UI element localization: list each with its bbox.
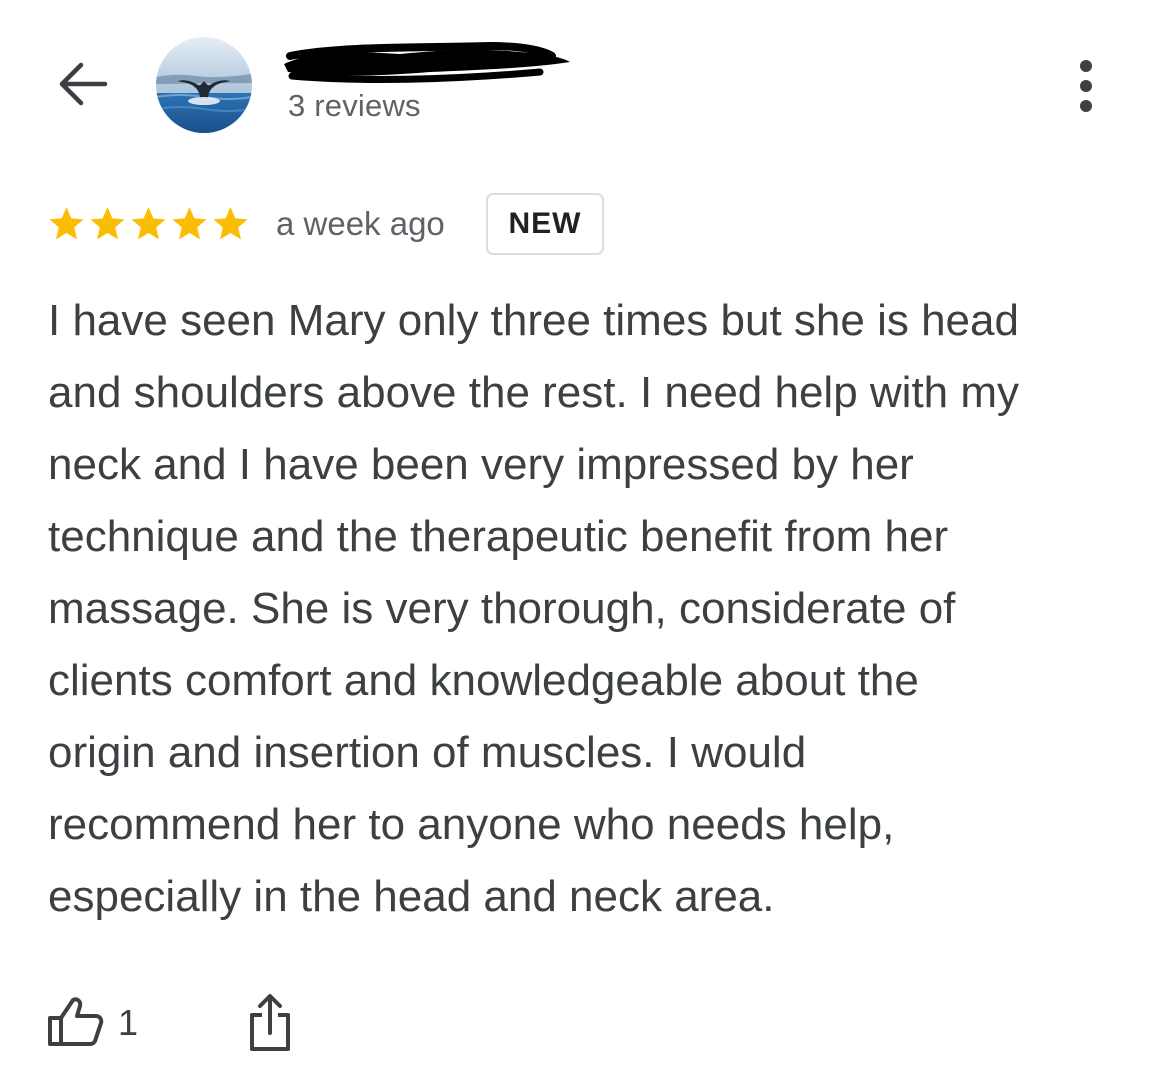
review-text-line: origin and insertion of muscles. I would	[48, 728, 807, 777]
thumb-up-icon	[48, 997, 104, 1046]
new-badge: NEW	[486, 193, 604, 255]
review-text: I have seen Mary only three times but sh…	[48, 285, 1138, 933]
back-button[interactable]	[52, 56, 112, 112]
whale-tail-photo	[156, 37, 252, 133]
avatar[interactable]	[156, 37, 252, 133]
star-icon	[213, 207, 248, 240]
review-text-line: and shoulders above the rest. I need hel…	[48, 368, 1020, 417]
review-timestamp: a week ago	[276, 205, 445, 242]
like-button[interactable]: 1	[46, 996, 138, 1048]
share-icon	[250, 994, 290, 1051]
review-text-line: massage. She is very thorough, considera…	[48, 584, 956, 633]
more-options-button[interactable]	[1060, 56, 1112, 116]
star-rating	[46, 204, 251, 244]
more-vert-icon	[1080, 60, 1092, 112]
review-text-line: neck and I have been very impressed by h…	[48, 440, 914, 489]
reviewer-name-redacted[interactable]	[280, 41, 575, 84]
review-count[interactable]: 3 reviews	[288, 88, 421, 124]
review-text-line: especially in the head and neck area.	[48, 872, 775, 921]
star-icon	[49, 207, 84, 240]
star-icon	[131, 207, 166, 240]
review-text-line: I have seen Mary only three times but sh…	[48, 296, 1019, 345]
review-text-line: clients comfort and knowledgeable about …	[48, 656, 919, 705]
review-text-line: technique and the therapeutic benefit fr…	[48, 512, 949, 561]
star-icon	[90, 207, 125, 240]
like-count: 1	[118, 1002, 139, 1043]
share-button[interactable]	[244, 992, 296, 1054]
redaction-scribble	[284, 41, 570, 83]
review-text-line: recommend her to anyone who needs help,	[48, 800, 895, 849]
star-icon	[172, 207, 207, 240]
arrow-back-icon	[59, 62, 108, 106]
